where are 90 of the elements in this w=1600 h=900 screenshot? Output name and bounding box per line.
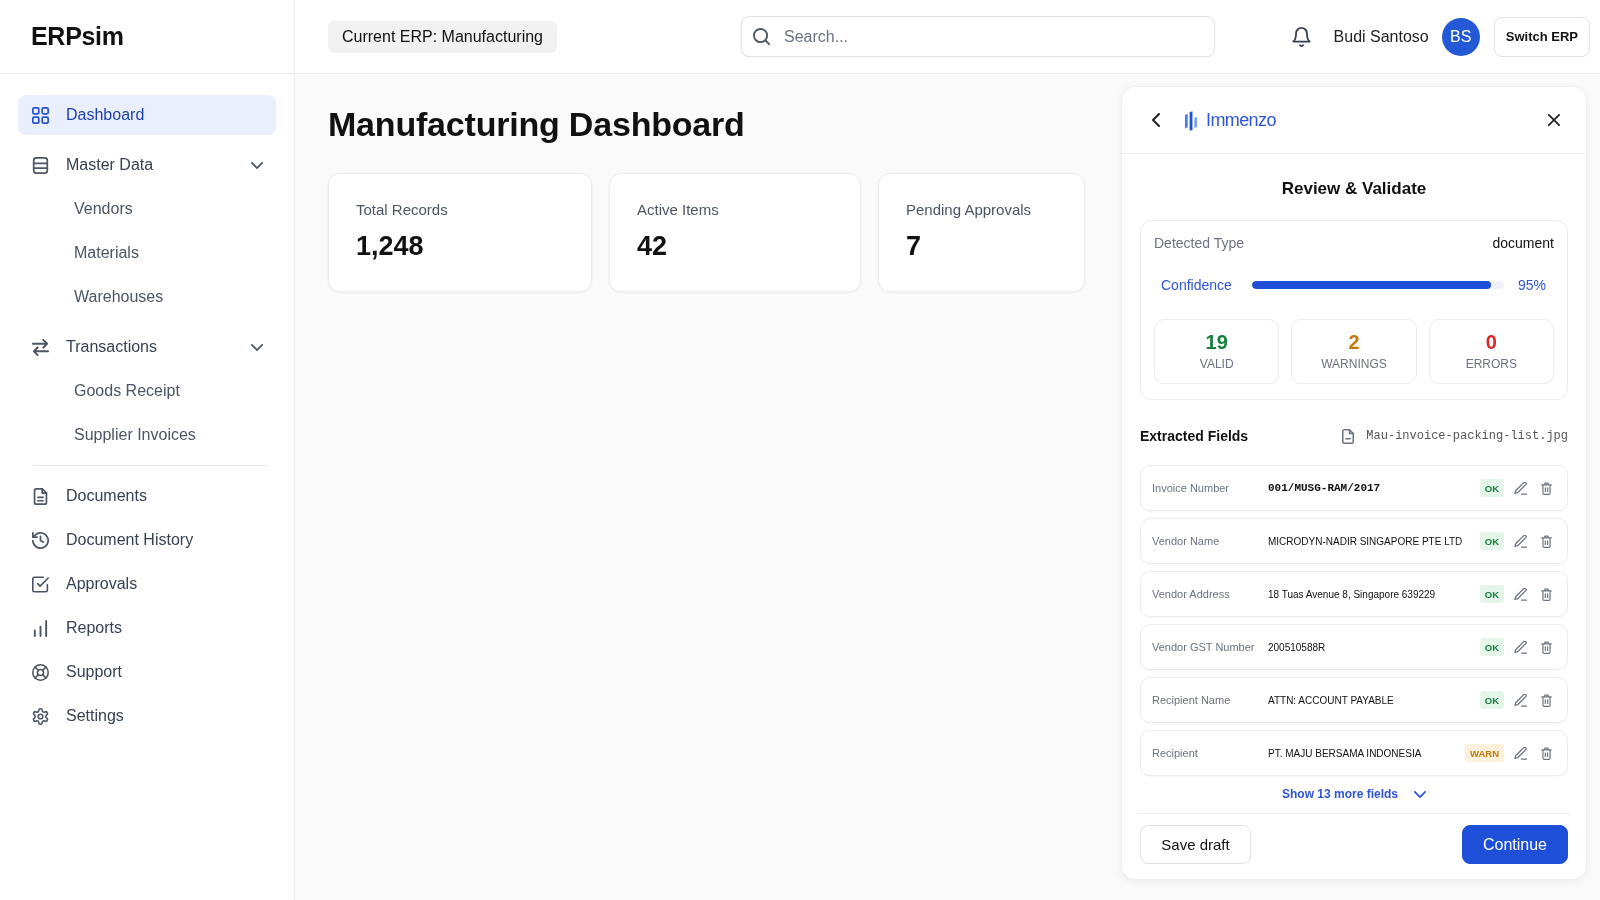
pencil-icon[interactable] xyxy=(1514,746,1527,760)
database-icon xyxy=(32,156,49,174)
checked-box-icon xyxy=(32,575,49,593)
status-badge: OK xyxy=(1479,585,1504,603)
detected-type-value: document xyxy=(1492,235,1554,251)
count-value: 19 xyxy=(1205,330,1228,354)
panel-title: Review & Validate xyxy=(1281,178,1427,200)
field-label: Invoice Number xyxy=(1152,482,1230,494)
close-icon[interactable] xyxy=(1548,114,1560,126)
settings-icon xyxy=(32,707,49,725)
detected-type-label: Detected Type xyxy=(1154,235,1245,251)
brand-name: Immenzo xyxy=(1206,109,1276,131)
trash-icon[interactable] xyxy=(1541,534,1552,548)
count-value: 2 xyxy=(1348,330,1360,354)
status-badge: WARN xyxy=(1464,744,1504,762)
nav-item[interactable]: Support xyxy=(18,652,276,692)
file-name: Mau-invoice-packing-list.jpg xyxy=(1366,429,1568,443)
app-logo: ERPsim xyxy=(31,22,124,51)
status-badge: OK xyxy=(1479,691,1504,709)
stat-value: 1,248 xyxy=(356,230,424,263)
nav-subitem[interactable]: Materials xyxy=(18,233,276,273)
erp-label: Current ERP: Manufacturing xyxy=(328,20,557,53)
stat-label: Total Records xyxy=(356,200,448,220)
continue-button[interactable]: Continue xyxy=(1462,825,1568,864)
switch-erp-button[interactable]: Switch ERP xyxy=(1493,16,1590,57)
trash-icon[interactable] xyxy=(1541,481,1552,495)
nav-subitem[interactable]: Goods Receipt xyxy=(18,371,276,411)
stat-label: Pending Approvals xyxy=(906,200,1032,220)
field-value: MICRODYN-NADIR SINGAPORE PTE LTD xyxy=(1268,535,1463,547)
nav-item[interactable]: Settings xyxy=(18,696,276,736)
pencil-icon[interactable] xyxy=(1514,587,1527,601)
brand-logo-icon xyxy=(1184,109,1199,131)
field-value: PT. MAJU BERSAMA INDONESIA xyxy=(1268,747,1422,759)
confidence-reading: 95% xyxy=(1517,276,1546,293)
trash-icon[interactable] xyxy=(1541,587,1552,601)
nav-item[interactable]: Approvals xyxy=(18,564,276,604)
nav-subitem[interactable]: Supplier Invoices xyxy=(18,415,276,455)
bell-icon[interactable] xyxy=(1291,26,1311,47)
stat-value: 7 xyxy=(906,230,922,263)
trash-icon[interactable] xyxy=(1541,693,1552,707)
pencil-icon[interactable] xyxy=(1514,534,1527,548)
page-title: Manufacturing Dashboard xyxy=(328,104,745,145)
nav-item[interactable]: Master Data xyxy=(18,145,276,185)
field-label: Vendor Name xyxy=(1152,535,1220,547)
count-label: ERRORS xyxy=(1465,356,1517,372)
chevron-left-icon[interactable] xyxy=(1152,113,1160,127)
pencil-icon[interactable] xyxy=(1514,640,1527,654)
lifebuoy-icon xyxy=(32,663,49,681)
pencil-icon[interactable] xyxy=(1514,693,1527,707)
nav-subitem[interactable]: Warehouses xyxy=(18,277,276,317)
field-label: Vendor GST Number xyxy=(1152,641,1255,653)
show-more-link[interactable]: Show 13 more fields xyxy=(1281,787,1426,801)
status-badge: OK xyxy=(1479,638,1504,656)
count-label: WARNINGS xyxy=(1321,356,1387,372)
field-value: 200510588R xyxy=(1268,641,1326,653)
field-value: 001/MUSG-RAM/2017 xyxy=(1268,482,1381,494)
status-badge: OK xyxy=(1479,532,1504,550)
chevron-down-icon xyxy=(1414,790,1426,798)
status-badge: OK xyxy=(1479,479,1504,497)
trash-icon[interactable] xyxy=(1541,746,1552,760)
history-icon xyxy=(32,531,49,549)
bar-chart-icon xyxy=(32,619,49,637)
nav-subitem[interactable]: Vendors xyxy=(18,189,276,229)
file-icon xyxy=(1342,428,1355,444)
field-value: 18 Tuas Avenue 8, Singapore 639229 xyxy=(1268,588,1436,600)
nav-item[interactable]: Document History xyxy=(18,520,276,560)
pencil-icon[interactable] xyxy=(1514,481,1527,495)
nav-item[interactable]: Dashboard xyxy=(18,95,276,135)
field-label: Recipient Name xyxy=(1152,694,1231,706)
nav-item[interactable]: Transactions xyxy=(18,327,276,367)
field-label: Recipient xyxy=(1152,747,1198,759)
document-icon xyxy=(32,487,49,505)
user-name: Budi Santoso xyxy=(1333,27,1429,46)
fields-heading: Extracted Fields xyxy=(1140,428,1249,444)
save-draft-button[interactable]: Save draft xyxy=(1140,825,1251,864)
nav-item[interactable]: Documents xyxy=(18,476,276,516)
count-label: VALID xyxy=(1199,356,1234,372)
nav-item[interactable]: Reports xyxy=(18,608,276,648)
search-icon xyxy=(753,28,770,45)
field-label: Vendor Address xyxy=(1152,588,1230,600)
stat-label: Active Items xyxy=(637,200,719,220)
grid-icon xyxy=(32,106,49,124)
swap-arrows-icon xyxy=(32,338,49,356)
field-value: ATTN: ACCOUNT PAYABLE xyxy=(1268,694,1394,706)
confidence-label: Confidence xyxy=(1161,276,1232,293)
user-avatar[interactable]: BS xyxy=(1441,17,1480,56)
count-value: 0 xyxy=(1485,330,1497,354)
search-field[interactable]: Search... xyxy=(741,16,1215,57)
trash-icon[interactable] xyxy=(1541,640,1552,654)
stat-value: 42 xyxy=(637,230,668,263)
